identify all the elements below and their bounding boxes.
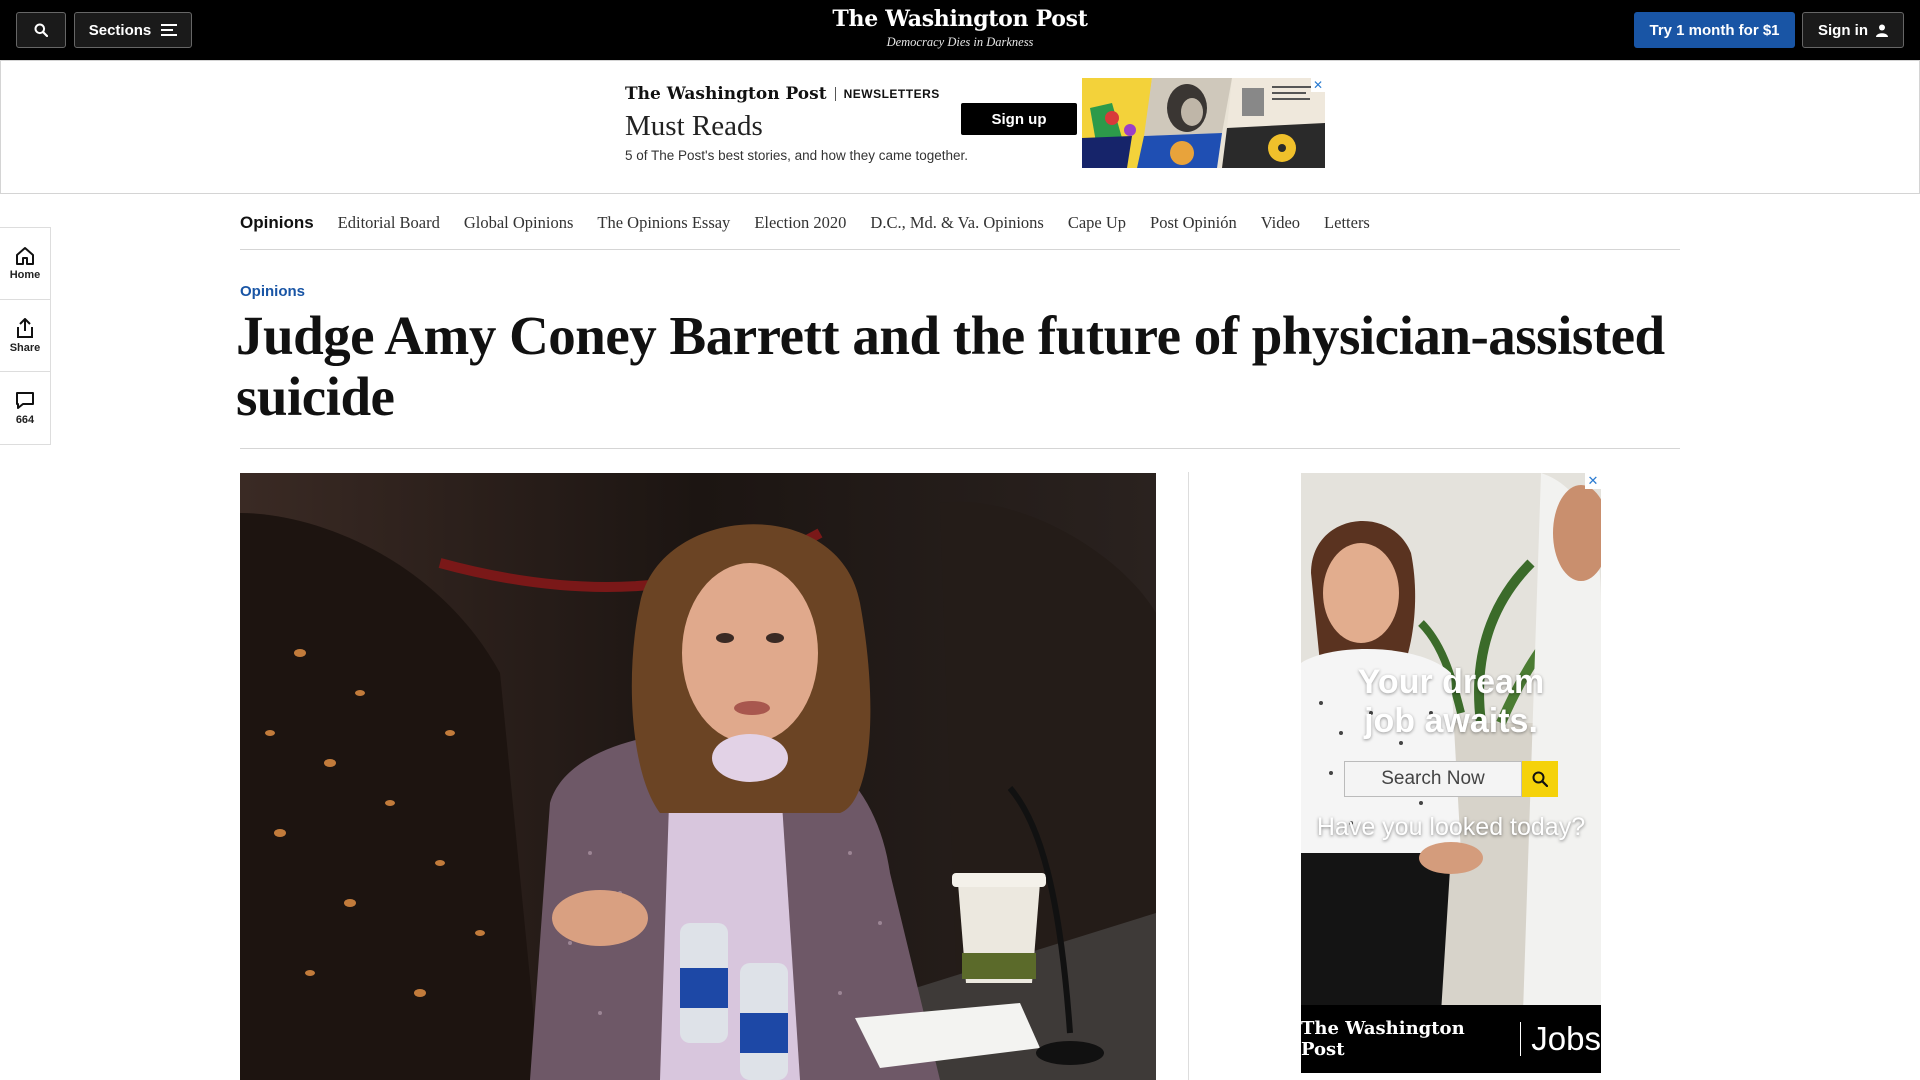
nav-global-opinions[interactable]: Global Opinions — [464, 213, 574, 233]
article-action-rail: Home Share 664 — [0, 227, 51, 445]
jobs-ad-question: Have you looked today? — [1316, 813, 1586, 841]
nav-letters[interactable]: Letters — [1324, 213, 1370, 233]
comments-count: 664 — [15, 413, 35, 426]
ad-close-icon[interactable]: ✕ — [1311, 78, 1325, 92]
jobs-search-box: Search Now — [1344, 761, 1558, 797]
ad-brand-logo: The Washington Post — [625, 84, 827, 104]
ad-title: Must Reads — [625, 110, 763, 142]
home-icon — [16, 247, 34, 265]
nav-opinions-essay[interactable]: The Opinions Essay — [597, 213, 730, 233]
jobs-ad-headline: Your dream job awaits. — [1301, 663, 1601, 741]
jobs-ad-divider — [1520, 1022, 1522, 1056]
jobs-ad-headline-line2: job awaits. — [1364, 702, 1538, 740]
site-tagline: Democracy Dies in Darkness — [886, 35, 1034, 49]
jobs-ad-brand-logo: The Washington Post — [1301, 1018, 1465, 1060]
ad-close-icon[interactable]: ✕ — [1585, 473, 1601, 489]
top-navigation-bar: Sections The Washington Post Democracy D… — [0, 0, 1920, 60]
lead-photo[interactable] — [240, 473, 1156, 1080]
nav-election-2020[interactable]: Election 2020 — [754, 213, 846, 233]
nav-dc-md-va-opinions[interactable]: D.C., Md. & Va. Opinions — [870, 213, 1043, 233]
sign-in-label: Sign in — [1818, 21, 1868, 39]
jobs-search-button[interactable] — [1522, 761, 1558, 797]
jobs-search-input[interactable]: Search Now — [1344, 761, 1522, 797]
column-divider — [1188, 472, 1189, 1080]
headline-divider — [240, 448, 1680, 449]
search-button[interactable] — [16, 12, 66, 48]
subscribe-button[interactable]: Try 1 month for $1 — [1634, 12, 1795, 48]
nav-editorial-board[interactable]: Editorial Board — [338, 213, 440, 233]
nav-post-opinion[interactable]: Post Opinión — [1150, 213, 1237, 233]
search-icon — [34, 23, 48, 37]
comment-icon — [16, 391, 34, 409]
article-headline: Judge Amy Coney Barrett and the future o… — [236, 305, 1665, 427]
jobs-ad-headline-line1: Your dream — [1357, 663, 1545, 701]
ad-divider — [834, 87, 836, 101]
ad-newsletters-label: NEWSLETTERS — [843, 87, 940, 101]
masthead[interactable]: The Washington Post Democracy Dies in Da… — [760, 6, 1160, 50]
sections-label: Sections — [88, 21, 152, 39]
ad-subtitle: 5 of The Post's best stories, and how th… — [625, 148, 969, 163]
share-label: Share — [9, 341, 41, 354]
jobs-ad-footer: The Washington Post Jobs — [1301, 1005, 1601, 1073]
jobs-ad-product: Jobs — [1531, 1020, 1601, 1057]
search-icon — [1532, 771, 1548, 787]
hamburger-icon — [161, 24, 178, 36]
comments-rail-button[interactable]: 664 — [0, 372, 50, 444]
opinions-section-nav: Opinions Editorial Board Global Opinions… — [240, 196, 1680, 250]
article-kicker[interactable]: Opinions — [240, 283, 305, 300]
site-logo[interactable]: The Washington Post — [760, 6, 1160, 32]
nav-video[interactable]: Video — [1261, 213, 1300, 233]
collage-graphic — [1082, 78, 1325, 168]
ad-newsletter-collage-image[interactable]: ✕ — [1082, 78, 1325, 168]
user-icon — [1876, 24, 1888, 37]
home-rail-button[interactable]: Home — [0, 228, 50, 300]
home-label: Home — [9, 269, 41, 281]
sign-in-button[interactable]: Sign in — [1802, 12, 1904, 48]
newsletter-banner-ad[interactable]: The Washington Post NEWSLETTERS Must Rea… — [0, 60, 1920, 194]
ad-signup-button[interactable]: Sign up — [961, 103, 1077, 135]
share-rail-button[interactable]: Share — [0, 300, 50, 372]
lead-photo-illustration — [240, 473, 1156, 1080]
nav-opinions[interactable]: Opinions — [240, 213, 314, 233]
nav-cape-up[interactable]: Cape Up — [1068, 213, 1126, 233]
jobs-display-ad[interactable]: ✕ Your dream job awaits. Search Now Have… — [1301, 473, 1601, 1073]
sections-menu-button[interactable]: Sections — [74, 12, 192, 48]
share-icon — [17, 317, 33, 338]
